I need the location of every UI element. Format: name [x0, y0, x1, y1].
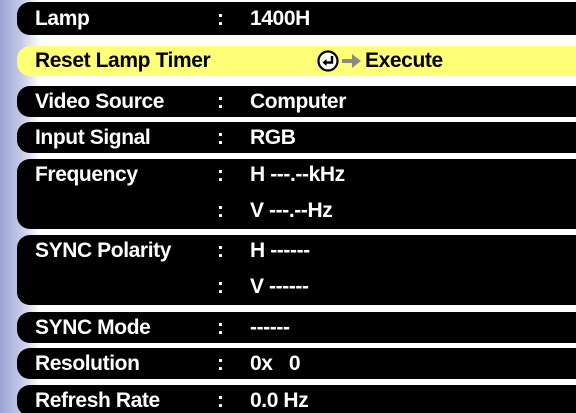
row-label: Frequency — [35, 163, 138, 186]
row-label: Video Source — [35, 90, 165, 113]
enter-key-icon — [317, 50, 339, 72]
row-label: SYNC Mode — [35, 316, 151, 339]
row-label: Resolution — [35, 352, 140, 375]
row-value: Computer — [250, 90, 346, 113]
row-label: Refresh Rate — [35, 389, 160, 412]
row-colon: : — [217, 163, 224, 186]
row-colon: : — [217, 7, 224, 30]
row-value-h: H ------ — [250, 239, 310, 262]
row-value-v: V ---.--Hz — [250, 199, 333, 222]
row-colon-2: : — [217, 275, 224, 298]
row-colon: : — [217, 389, 224, 412]
menu-row-lamp[interactable]: Lamp : 1400H — [17, 2, 576, 35]
row-label: SYNC Polarity — [35, 239, 172, 262]
row-colon: : — [217, 90, 224, 113]
row-value: ------ — [250, 316, 290, 339]
row-colon: : — [217, 126, 224, 149]
menu-row-input-signal[interactable]: Input Signal : RGB — [17, 122, 576, 153]
lamp-info-menu: Lamp : 1400H Reset Lamp Timer Execute Vi… — [0, 0, 576, 413]
menu-row-sync-mode[interactable]: SYNC Mode : ------ — [17, 312, 576, 343]
row-colon: : — [217, 316, 224, 339]
row-label: Input Signal — [35, 126, 151, 149]
execute-action[interactable]: Execute — [317, 50, 443, 72]
row-label: Reset Lamp Timer — [35, 49, 211, 72]
menu-row-frequency[interactable]: Frequency : H ---.--kHz : V ---.--Hz — [17, 159, 576, 229]
menu-row-video-source[interactable]: Video Source : Computer — [17, 86, 576, 117]
row-colon: : — [217, 352, 224, 375]
row-value: 0.0 Hz — [250, 389, 309, 412]
execute-label: Execute — [365, 49, 443, 72]
menu-row-reset-lamp-timer[interactable]: Reset Lamp Timer Execute — [17, 46, 576, 76]
row-colon-2: : — [217, 199, 224, 222]
menu-row-refresh-rate[interactable]: Refresh Rate : 0.0 Hz — [17, 385, 576, 413]
row-value: 1400H — [250, 7, 310, 30]
row-label: Lamp — [35, 7, 90, 30]
menu-row-sync-polarity[interactable]: SYNC Polarity : H ------ : V ------ — [17, 235, 576, 305]
row-value-v: V ------ — [250, 275, 309, 298]
right-arrow-icon — [342, 54, 361, 68]
menu-row-resolution[interactable]: Resolution : 0x 0 — [17, 348, 576, 379]
row-value: RGB — [250, 126, 296, 149]
row-value-h: H ---.--kHz — [250, 163, 345, 186]
row-value: 0x 0 — [250, 352, 301, 375]
row-colon: : — [217, 239, 224, 262]
